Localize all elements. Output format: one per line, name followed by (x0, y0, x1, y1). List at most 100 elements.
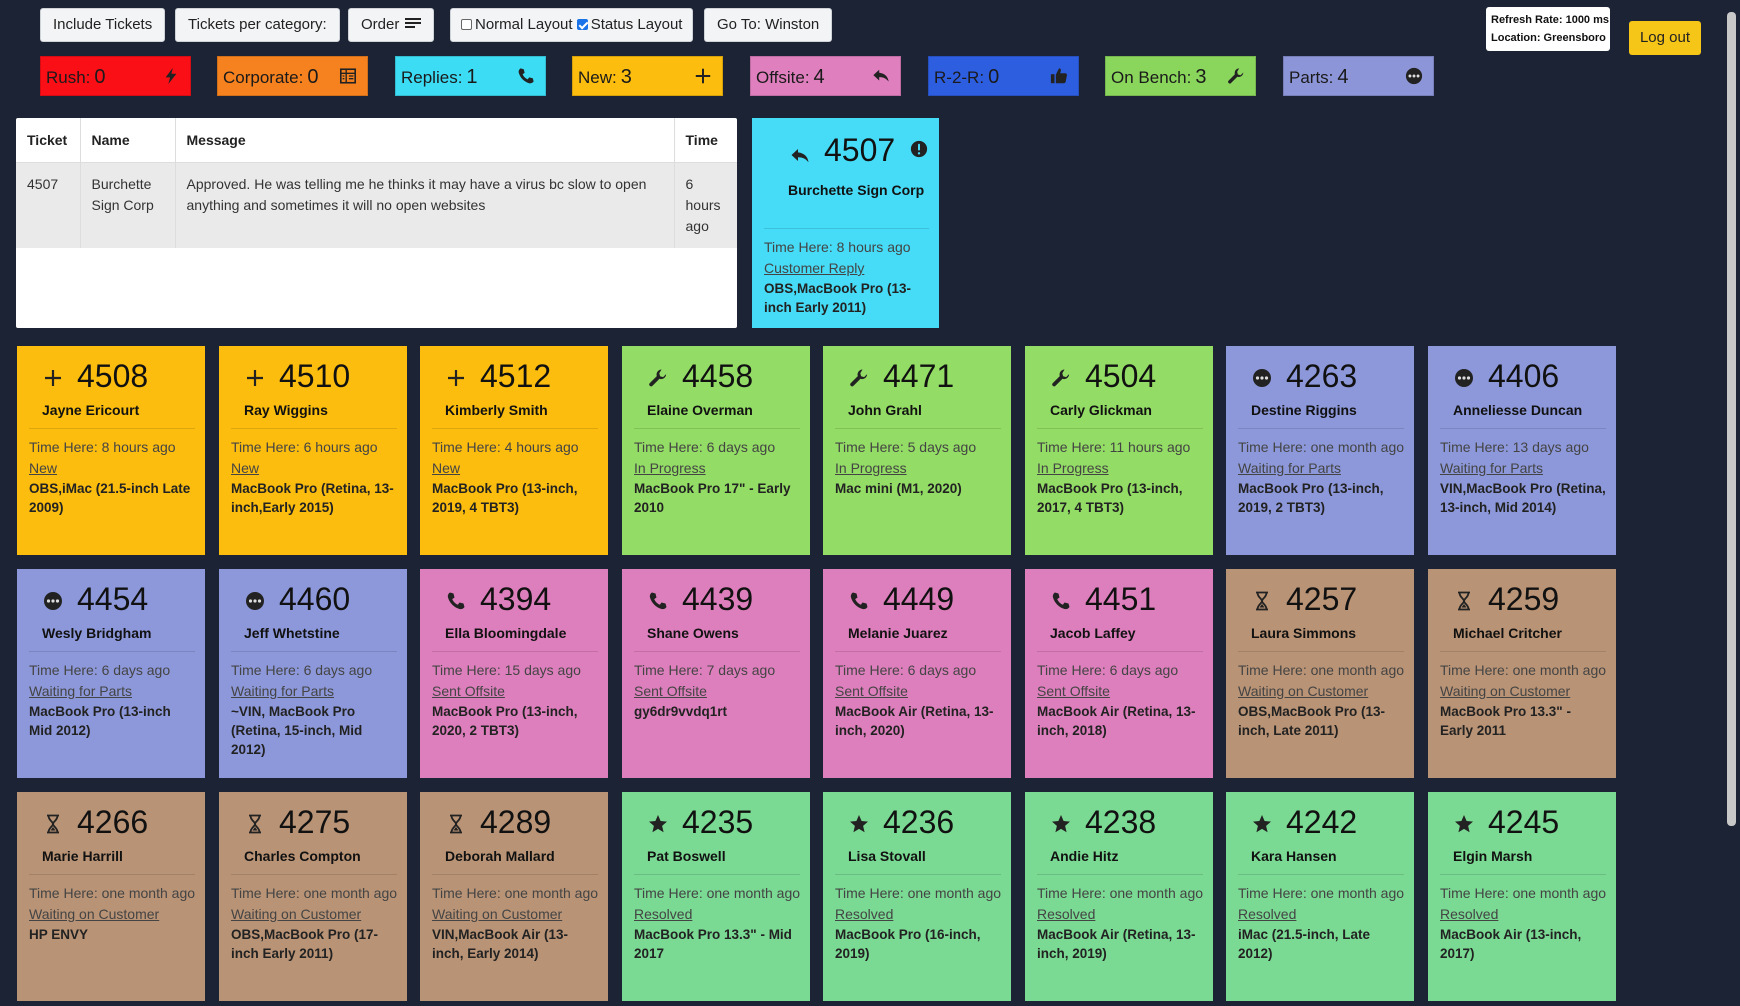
ticket-card[interactable]: 4275 Charles Compton Time Here: one month … (219, 792, 407, 1001)
tickets-per-category-button[interactable]: Tickets per category: (175, 8, 340, 42)
category-on-bench[interactable]: On Bench: 3 (1105, 56, 1256, 96)
ticket-card[interactable]: 4510 Ray Wiggins Time Here: 6 hours ago New… (219, 346, 407, 555)
order-button[interactable]: Order (348, 8, 435, 42)
cell-name: Burchette Sign Corp (80, 162, 176, 248)
ticket-card[interactable]: 4406 Anneliesse Duncan Time Here: 13 days … (1428, 346, 1616, 555)
time-here: Time Here: one month ago (1440, 885, 1607, 901)
status-link[interactable]: In Progress (835, 458, 1001, 479)
category-label: Corporate: (223, 68, 304, 87)
ticket-card[interactable]: 4266 Marie Harrill Time Here: one month ag… (17, 792, 205, 1001)
status-link[interactable]: Sent Offsite (432, 681, 598, 702)
status-link[interactable]: Resolved (634, 904, 800, 925)
ticket-number: 4406 (1488, 358, 1560, 394)
status-layout-checkbox[interactable] (576, 19, 588, 30)
status-link[interactable]: In Progress (1037, 458, 1203, 479)
ticket-number: 4512 (480, 358, 552, 394)
ticket-card[interactable]: 4454 Wesly Bridgham Time Here: 6 days ago W… (17, 569, 205, 778)
customer-name: Ella Bloomingdale (445, 625, 567, 641)
ticket-card[interactable]: 4460 Jeff Whetstine Time Here: 6 days ago W… (219, 569, 407, 778)
logout-button[interactable]: Log out (1629, 21, 1701, 55)
category-corporate[interactable]: Corporate: 0 (217, 56, 368, 96)
scrollbar-thumb[interactable] (1727, 12, 1736, 826)
customer-name: Wesly Bridgham (42, 625, 152, 641)
status-link[interactable]: Resolved (835, 904, 1001, 925)
ticket-card[interactable]: 4235 Pat Boswell Time Here: one month ago R… (622, 792, 810, 1001)
category-parts[interactable]: Parts: 4 (1283, 56, 1434, 96)
customer-name: Carly Glickman (1050, 402, 1152, 418)
divider (231, 428, 397, 429)
device: Mac mini (M1, 2020) (835, 481, 962, 496)
ticket-card[interactable]: 4512 Kimberly Smith Time Here: 4 hours ago… (420, 346, 608, 555)
status-link[interactable]: Waiting for Parts (29, 681, 195, 702)
ticket-card[interactable]: 4508 Jayne Ericourt Time Here: 8 hours ago… (17, 346, 205, 555)
normal-layout-checkbox[interactable] (461, 19, 472, 30)
status-link[interactable]: Waiting on Customer (231, 904, 397, 925)
ticket-card[interactable]: 4236 Lisa Stovall Time Here: one month ago… (823, 792, 1011, 1001)
status-link[interactable]: Sent Offsite (1037, 681, 1203, 702)
ticket-card[interactable]: 4259 Michael Critcher Time Here: one month… (1428, 569, 1616, 778)
status-link[interactable]: Waiting on Customer (1238, 681, 1404, 702)
ticket-card[interactable]: 4439 Shane Owens Time Here: 7 days ago Sent… (622, 569, 810, 778)
ticket-card[interactable]: 4504 Carly Glickman Time Here: 11 hours ag… (1025, 346, 1213, 555)
status-link[interactable]: Waiting on Customer (1440, 681, 1606, 702)
table-row[interactable]: 4507 Burchette Sign Corp Approved. He wa… (16, 162, 737, 248)
status-link[interactable]: Waiting on Customer (432, 904, 598, 925)
ticket-card[interactable]: 4471 John Grahl Time Here: 5 days ago In Pr… (823, 346, 1011, 555)
customer-name: Kara Hansen (1251, 848, 1337, 864)
wrench-icon (648, 368, 670, 390)
ellipsis-circle-icon (1454, 368, 1476, 390)
goto-button[interactable]: Go To: Winston (704, 8, 833, 42)
category-replies[interactable]: Replies: 1 (395, 56, 546, 96)
status-link[interactable]: In Progress (634, 458, 800, 479)
star-icon (1454, 814, 1476, 836)
category-label: Rush: (46, 68, 91, 87)
category-rush[interactable]: Rush: 0 (40, 56, 191, 96)
ticket-card[interactable]: 4458 Elaine Overman Time Here: 6 days ago I… (622, 346, 810, 555)
status-link[interactable]: New (231, 458, 397, 479)
divider (1440, 874, 1606, 875)
status-link[interactable]: Resolved (1037, 904, 1203, 925)
ticket-card[interactable]: 4257 Laura Simmons Time Here: one month ag… (1226, 569, 1414, 778)
ticket-card[interactable]: 4289 Deborah Mallard Time Here: one month … (420, 792, 608, 1001)
time-here: Time Here: 6 days ago (29, 662, 171, 678)
customer-name: Laura Simmons (1251, 625, 1357, 641)
ticket-card[interactable]: 4242 Kara Hansen Time Here: one month ago R… (1226, 792, 1414, 1001)
ticket-card[interactable]: 4245 Elgin Marsh Time Here: one month ago R… (1428, 792, 1616, 1001)
status-link[interactable]: New (432, 458, 598, 479)
col-name: Name (80, 118, 176, 163)
divider (634, 651, 800, 652)
status-link[interactable]: Waiting for Parts (1238, 458, 1404, 479)
status-link[interactable]: Sent Offsite (634, 681, 800, 702)
ticket-card[interactable]: 4263 Destine Riggins Time Here: one month … (1226, 346, 1414, 555)
ticket-card[interactable]: 4394 Ella Bloomingdale Time Here: 15 days … (420, 569, 608, 778)
category-offsite[interactable]: Offsite: 4 (750, 56, 901, 96)
customer-name: Pat Boswell (647, 848, 726, 864)
customer-name: Jacob Laffey (1050, 625, 1136, 641)
ticket-number: 4458 (682, 358, 754, 394)
status-link[interactable]: Resolved (1440, 904, 1606, 925)
ticket-number: 4266 (77, 804, 149, 840)
hourglass-icon (446, 814, 468, 836)
divider (1238, 874, 1404, 875)
status-link[interactable]: Resolved (1238, 904, 1404, 925)
status-link[interactable]: Waiting on Customer (29, 904, 195, 925)
category-count: 1 (466, 66, 478, 88)
category-r-2-r[interactable]: R-2-R: 0 (928, 56, 1079, 96)
device: HP ENVY (29, 927, 89, 942)
include-tickets-button[interactable]: Include Tickets (40, 8, 166, 42)
device: MacBook Pro 17" - Early 2010 (634, 481, 791, 515)
ticket-card[interactable]: 4449 Melanie Juarez Time Here: 6 days ago S… (823, 569, 1011, 778)
status-link[interactable]: New (29, 458, 195, 479)
col-ticket: Ticket (16, 118, 81, 163)
status-link[interactable]: Waiting for Parts (1440, 458, 1606, 479)
status-link[interactable]: Customer Reply (764, 258, 929, 279)
category-count: 4 (1337, 66, 1349, 88)
featured-ticket-card[interactable]: 4507 Burchette Sign Corp Time Here: 8 ho… (752, 118, 939, 328)
ticket-card[interactable]: 4238 Andie Hitz Time Here: one month ago Re… (1025, 792, 1213, 1001)
phone-icon (648, 591, 670, 613)
status-link[interactable]: Sent Offsite (835, 681, 1001, 702)
category-new[interactable]: New: 3 (572, 56, 723, 96)
time-here: Time Here: 15 days ago (432, 662, 581, 678)
status-link[interactable]: Waiting for Parts (231, 681, 397, 702)
ticket-card[interactable]: 4451 Jacob Laffey Time Here: 6 days ago Sen… (1025, 569, 1213, 778)
